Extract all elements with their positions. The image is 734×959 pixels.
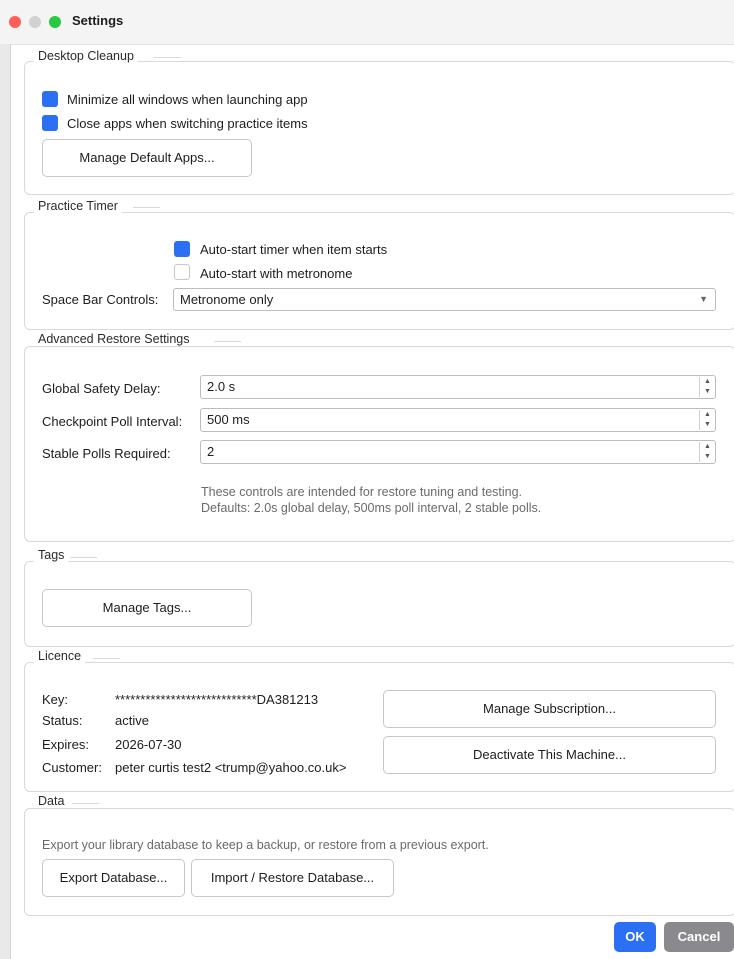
global-delay-input[interactable]: 2.0 s ▲ ▼: [200, 375, 716, 399]
legend-underline: [70, 557, 97, 558]
deactivate-machine-button[interactable]: Deactivate This Machine...: [383, 736, 716, 774]
licence-customer-value: peter curtis test2 <trump@yahoo.co.uk>: [115, 760, 347, 775]
space-bar-controls-select[interactable]: Metronome only ▼: [173, 288, 716, 311]
restore-note-line-2: Defaults: 2.0s global delay, 500ms poll …: [201, 501, 542, 515]
stable-polls-input[interactable]: 2 ▲ ▼: [200, 440, 716, 464]
export-database-button[interactable]: Export Database...: [42, 859, 185, 897]
cancel-button[interactable]: Cancel: [664, 922, 734, 952]
global-delay-value: 2.0 s: [207, 379, 236, 394]
licence-expires-value: 2026-07-30: [115, 737, 182, 752]
window-title: Settings: [72, 13, 124, 28]
licence-key-label: Key:: [42, 692, 69, 707]
poll-interval-input[interactable]: 500 ms ▲ ▼: [200, 408, 716, 432]
chevron-down-icon: ▼: [699, 294, 708, 304]
licence-status-value: active: [115, 713, 149, 728]
licence-key-value: ****************************DA381213: [115, 692, 319, 707]
close-window-icon[interactable]: [9, 16, 21, 28]
poll-interval-value: 500 ms: [207, 412, 250, 427]
tags-legend: Tags: [34, 548, 69, 562]
practice-timer-legend: Practice Timer: [34, 199, 122, 213]
legend-underline: [133, 207, 160, 208]
space-bar-controls-label: Space Bar Controls:: [42, 292, 159, 307]
advanced-restore-legend: Advanced Restore Settings: [34, 332, 194, 346]
close-apps-label: Close apps when switching practice items: [67, 116, 308, 131]
poll-interval-label: Checkpoint Poll Interval:: [42, 414, 183, 429]
minimize-windows-label: Minimize all windows when launching app: [67, 92, 308, 107]
autostart-timer-label: Auto-start timer when item starts: [200, 242, 388, 257]
stable-polls-label: Stable Polls Required:: [42, 446, 171, 461]
manage-tags-button[interactable]: Manage Tags...: [42, 589, 252, 627]
space-bar-controls-value: Metronome only: [180, 292, 274, 307]
poll-interval-stepper[interactable]: ▲ ▼: [699, 410, 715, 430]
close-apps-checkbox[interactable]: [42, 115, 58, 131]
legend-underline: [154, 57, 181, 58]
ok-button[interactable]: OK: [614, 922, 656, 952]
restore-note-line-1: These controls are intended for restore …: [201, 485, 523, 499]
desktop-cleanup-legend: Desktop Cleanup: [34, 49, 138, 63]
minimize-windows-checkbox[interactable]: [42, 91, 58, 107]
legend-underline: [72, 803, 99, 804]
autostart-metronome-checkbox[interactable]: [174, 264, 190, 280]
practice-timer-group: [24, 212, 734, 330]
global-delay-label: Global Safety Delay:: [42, 381, 161, 396]
zoom-window-icon[interactable]: [49, 16, 61, 28]
autostart-metronome-label: Auto-start with metronome: [200, 266, 353, 281]
manage-subscription-button[interactable]: Manage Subscription...: [383, 690, 716, 728]
licence-status-label: Status:: [42, 713, 83, 728]
data-description: Export your library database to keep a b…: [42, 838, 489, 852]
stable-polls-stepper[interactable]: ▲ ▼: [699, 442, 715, 462]
manage-default-apps-button[interactable]: Manage Default Apps...: [42, 139, 252, 177]
background-window-edge: [0, 44, 11, 959]
global-delay-stepper[interactable]: ▲ ▼: [699, 377, 715, 397]
legend-underline: [214, 341, 241, 342]
licence-legend: Licence: [34, 649, 86, 663]
data-legend: Data: [34, 794, 69, 808]
legend-underline: [93, 658, 120, 659]
autostart-timer-checkbox[interactable]: [174, 241, 190, 257]
stable-polls-value: 2: [207, 444, 215, 459]
licence-customer-label: Customer:: [42, 760, 102, 775]
minimize-window-icon[interactable]: [29, 16, 41, 28]
licence-expires-label: Expires:: [42, 737, 89, 752]
import-restore-database-button[interactable]: Import / Restore Database...: [191, 859, 394, 897]
